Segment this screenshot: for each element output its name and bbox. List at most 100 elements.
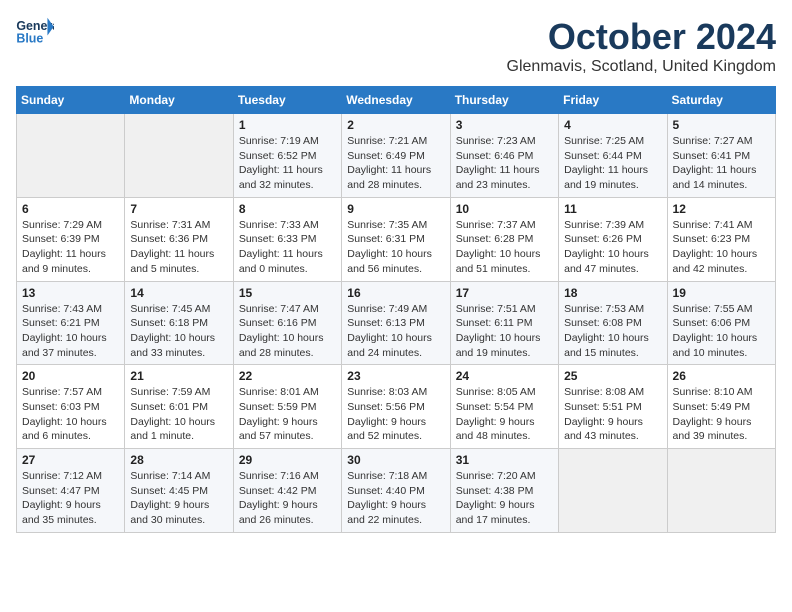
page-header: General Blue October 2024 Glenmavis, Sco… [16,16,776,76]
calendar-cell: 22 Sunrise: 8:01 AM Sunset: 5:59 PM Dayli… [233,365,341,449]
calendar-cell: 13 Sunrise: 7:43 AM Sunset: 6:21 PM Dayli… [17,281,125,365]
cell-info: Sunrise: 7:51 AM Sunset: 6:11 PM Dayligh… [456,302,553,361]
calendar-cell [559,449,667,533]
weekday-header-wednesday: Wednesday [342,87,450,114]
location: Glenmavis, Scotland, United Kingdom [507,58,776,76]
day-number: 13 [22,286,119,300]
calendar-cell [125,114,233,198]
cell-info: Sunrise: 7:12 AM Sunset: 4:47 PM Dayligh… [22,469,119,528]
calendar-cell: 15 Sunrise: 7:47 AM Sunset: 6:16 PM Dayli… [233,281,341,365]
svg-text:Blue: Blue [16,32,43,46]
calendar-cell: 19 Sunrise: 7:55 AM Sunset: 6:06 PM Dayli… [667,281,775,365]
cell-info: Sunrise: 7:20 AM Sunset: 4:38 PM Dayligh… [456,469,553,528]
day-number: 24 [456,369,553,383]
day-number: 9 [347,202,444,216]
day-number: 2 [347,118,444,132]
day-number: 14 [130,286,227,300]
cell-info: Sunrise: 7:25 AM Sunset: 6:44 PM Dayligh… [564,134,661,193]
calendar-cell: 25Sunrise: 8:08 AM Sunset: 5:51 PM Dayli… [559,365,667,449]
day-number: 27 [22,453,119,467]
calendar-cell: 2 Sunrise: 7:21 AM Sunset: 6:49 PM Daylig… [342,114,450,198]
calendar-week-5: 27 Sunrise: 7:12 AM Sunset: 4:47 PM Dayli… [17,449,776,533]
cell-info: Sunrise: 8:03 AM Sunset: 5:56 PM Dayligh… [347,385,444,444]
cell-info: Sunrise: 8:10 AM Sunset: 5:49 PM Dayligh… [673,385,770,444]
calendar-cell: 11 Sunrise: 7:39 AM Sunset: 6:26 PM Dayli… [559,197,667,281]
logo-icon: General Blue [16,16,54,48]
calendar-cell: 24 Sunrise: 8:05 AM Sunset: 5:54 PM Dayli… [450,365,558,449]
calendar-cell: 8Sunrise: 7:33 AM Sunset: 6:33 PM Daylig… [233,197,341,281]
calendar-week-2: 6 Sunrise: 7:29 AM Sunset: 6:39 PM Daylig… [17,197,776,281]
cell-info: Sunrise: 7:23 AM Sunset: 6:46 PM Dayligh… [456,134,553,193]
weekday-header-monday: Monday [125,87,233,114]
cell-info: Sunrise: 7:31 AM Sunset: 6:36 PM Dayligh… [130,218,227,277]
day-number: 28 [130,453,227,467]
calendar-table: SundayMondayTuesdayWednesdayThursdayFrid… [16,86,776,533]
calendar-cell: 3Sunrise: 7:23 AM Sunset: 6:46 PM Daylig… [450,114,558,198]
calendar-cell: 14Sunrise: 7:45 AM Sunset: 6:18 PM Dayli… [125,281,233,365]
calendar-week-4: 20Sunrise: 7:57 AM Sunset: 6:03 PM Dayli… [17,365,776,449]
day-number: 4 [564,118,661,132]
calendar-cell: 10 Sunrise: 7:37 AM Sunset: 6:28 PM Dayli… [450,197,558,281]
calendar-cell: 5 Sunrise: 7:27 AM Sunset: 6:41 PM Daylig… [667,114,775,198]
cell-info: Sunrise: 8:01 AM Sunset: 5:59 PM Dayligh… [239,385,336,444]
cell-info: Sunrise: 7:21 AM Sunset: 6:49 PM Dayligh… [347,134,444,193]
calendar-cell: 18 Sunrise: 7:53 AM Sunset: 6:08 PM Dayli… [559,281,667,365]
cell-info: Sunrise: 7:27 AM Sunset: 6:41 PM Dayligh… [673,134,770,193]
day-number: 18 [564,286,661,300]
day-number: 11 [564,202,661,216]
day-number: 20 [22,369,119,383]
cell-info: Sunrise: 7:37 AM Sunset: 6:28 PM Dayligh… [456,218,553,277]
calendar-cell: 20Sunrise: 7:57 AM Sunset: 6:03 PM Dayli… [17,365,125,449]
cell-info: Sunrise: 7:39 AM Sunset: 6:26 PM Dayligh… [564,218,661,277]
day-number: 7 [130,202,227,216]
calendar-cell: 16Sunrise: 7:49 AM Sunset: 6:13 PM Dayli… [342,281,450,365]
day-number: 30 [347,453,444,467]
cell-info: Sunrise: 7:59 AM Sunset: 6:01 PM Dayligh… [130,385,227,444]
cell-info: Sunrise: 7:43 AM Sunset: 6:21 PM Dayligh… [22,302,119,361]
title-block: October 2024 Glenmavis, Scotland, United… [507,16,776,76]
calendar-cell: 6 Sunrise: 7:29 AM Sunset: 6:39 PM Daylig… [17,197,125,281]
cell-info: Sunrise: 7:19 AM Sunset: 6:52 PM Dayligh… [239,134,336,193]
calendar-week-3: 13 Sunrise: 7:43 AM Sunset: 6:21 PM Dayli… [17,281,776,365]
cell-info: Sunrise: 7:33 AM Sunset: 6:33 PM Dayligh… [239,218,336,277]
cell-info: Sunrise: 7:35 AM Sunset: 6:31 PM Dayligh… [347,218,444,277]
calendar-cell: 12Sunrise: 7:41 AM Sunset: 6:23 PM Dayli… [667,197,775,281]
cell-info: Sunrise: 7:53 AM Sunset: 6:08 PM Dayligh… [564,302,661,361]
cell-info: Sunrise: 7:29 AM Sunset: 6:39 PM Dayligh… [22,218,119,277]
calendar-cell [17,114,125,198]
day-number: 1 [239,118,336,132]
calendar-cell [667,449,775,533]
calendar-cell: 29Sunrise: 7:16 AM Sunset: 4:42 PM Dayli… [233,449,341,533]
day-number: 16 [347,286,444,300]
calendar-cell: 27 Sunrise: 7:12 AM Sunset: 4:47 PM Dayli… [17,449,125,533]
day-number: 26 [673,369,770,383]
calendar-cell: 23Sunrise: 8:03 AM Sunset: 5:56 PM Dayli… [342,365,450,449]
logo: General Blue [16,16,54,48]
calendar-cell: 17Sunrise: 7:51 AM Sunset: 6:11 PM Dayli… [450,281,558,365]
day-number: 31 [456,453,553,467]
month-title: October 2024 [507,16,776,58]
cell-info: Sunrise: 7:55 AM Sunset: 6:06 PM Dayligh… [673,302,770,361]
day-number: 5 [673,118,770,132]
calendar-week-1: 1 Sunrise: 7:19 AM Sunset: 6:52 PM Daylig… [17,114,776,198]
cell-info: Sunrise: 8:05 AM Sunset: 5:54 PM Dayligh… [456,385,553,444]
cell-info: Sunrise: 8:08 AM Sunset: 5:51 PM Dayligh… [564,385,661,444]
cell-info: Sunrise: 7:47 AM Sunset: 6:16 PM Dayligh… [239,302,336,361]
day-number: 15 [239,286,336,300]
calendar-cell: 26 Sunrise: 8:10 AM Sunset: 5:49 PM Dayli… [667,365,775,449]
day-number: 6 [22,202,119,216]
day-number: 10 [456,202,553,216]
weekday-header-thursday: Thursday [450,87,558,114]
weekday-header-row: SundayMondayTuesdayWednesdayThursdayFrid… [17,87,776,114]
calendar-cell: 31 Sunrise: 7:20 AM Sunset: 4:38 PM Dayli… [450,449,558,533]
day-number: 29 [239,453,336,467]
calendar-cell: 4 Sunrise: 7:25 AM Sunset: 6:44 PM Daylig… [559,114,667,198]
calendar-cell: 28Sunrise: 7:14 AM Sunset: 4:45 PM Dayli… [125,449,233,533]
day-number: 22 [239,369,336,383]
calendar-cell: 1 Sunrise: 7:19 AM Sunset: 6:52 PM Daylig… [233,114,341,198]
cell-info: Sunrise: 7:18 AM Sunset: 4:40 PM Dayligh… [347,469,444,528]
calendar-cell: 7 Sunrise: 7:31 AM Sunset: 6:36 PM Daylig… [125,197,233,281]
day-number: 19 [673,286,770,300]
weekday-header-saturday: Saturday [667,87,775,114]
day-number: 21 [130,369,227,383]
